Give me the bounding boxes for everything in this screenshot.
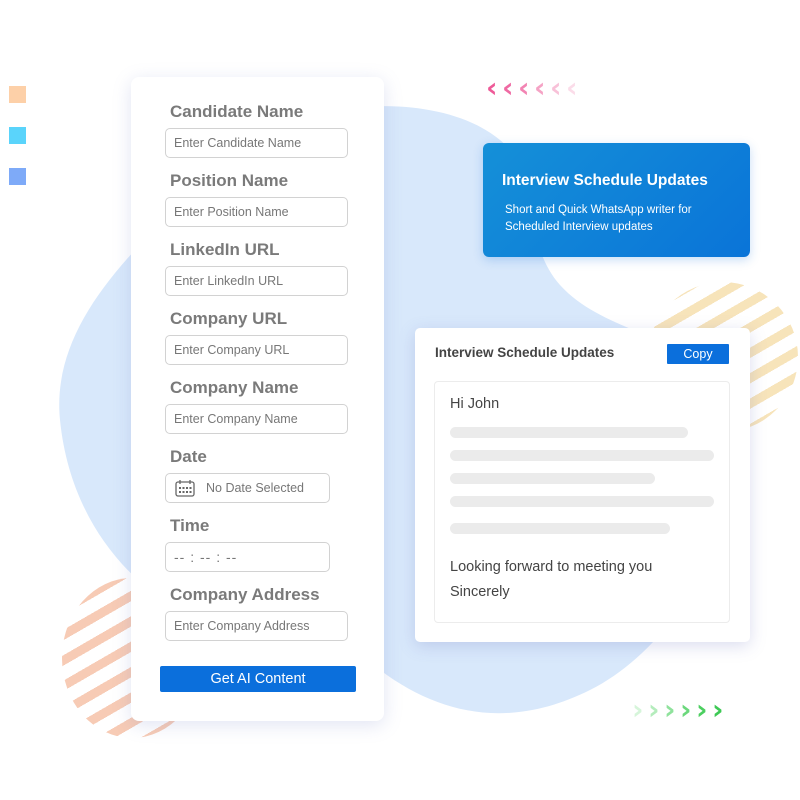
chevron-right-icon: › (648, 693, 660, 726)
chevron-right-icon: › (712, 693, 724, 726)
chevron-left-icon: ‹ (486, 71, 498, 104)
get-ai-content-button[interactable]: Get AI Content (160, 666, 356, 692)
left-chevrons-decoration: ‹ ‹ ‹ ‹ ‹ ‹ (486, 74, 596, 104)
output-card: Interview Schedule Updates Copy Hi John … (415, 328, 750, 642)
company-name-label: Company Name (170, 378, 299, 397)
placeholder-line (450, 496, 714, 507)
company-address-label: Company Address (170, 585, 320, 604)
time-label: Time (170, 516, 210, 535)
time-input[interactable]: -- : -- : -- (165, 542, 330, 572)
peach-square (9, 86, 26, 103)
candidate-name-input[interactable]: Enter Candidate Name (165, 128, 348, 158)
chevron-left-icon: ‹ (518, 71, 530, 104)
cyan-square (9, 127, 26, 144)
chevron-left-icon: ‹ (534, 71, 546, 104)
promo-subtitle: Short and Quick WhatsApp writer for Sche… (505, 204, 692, 233)
placeholder-line (450, 427, 688, 438)
feature-promo-card: Interview Schedule Updates Short and Qui… (483, 143, 750, 257)
placeholder-line (450, 450, 714, 461)
date-value: No Date Selected (206, 481, 304, 495)
date-label: Date (170, 447, 207, 466)
copy-button[interactable]: Copy (667, 344, 729, 364)
date-picker[interactable]: No Date Selected (165, 473, 330, 503)
chevron-right-icon: › (632, 693, 644, 726)
message-signoff: Sincerely (450, 584, 510, 600)
generated-message-box: Hi John Looking forward to meeting you S… (434, 381, 730, 623)
position-name-input[interactable]: Enter Position Name (165, 197, 348, 227)
output-title: Interview Schedule Updates (435, 345, 615, 360)
promo-title: Interview Schedule Updates (502, 172, 708, 189)
linkedin-url-label: LinkedIn URL (170, 240, 280, 259)
chevron-right-icon: › (664, 693, 676, 726)
message-closing: Looking forward to meeting you (450, 559, 653, 575)
company-address-input[interactable]: Enter Company Address (165, 611, 348, 641)
chevron-right-icon: › (680, 693, 692, 726)
right-chevrons-decoration: › › › › › › (632, 696, 742, 726)
placeholder-line (450, 523, 670, 534)
blue-square (9, 168, 26, 185)
linkedin-url-input[interactable]: Enter LinkedIn URL (165, 266, 348, 296)
candidate-name-label: Candidate Name (170, 102, 304, 121)
chevron-left-icon: ‹ (566, 71, 578, 104)
chevron-left-icon: ‹ (550, 71, 562, 104)
chevron-right-icon: › (696, 693, 708, 726)
calendar-icon (175, 480, 195, 497)
company-url-label: Company URL (170, 309, 288, 328)
placeholder-line (450, 473, 655, 484)
chevron-left-icon: ‹ (502, 71, 514, 104)
interview-form-card: Candidate Name Enter Candidate Name Posi… (131, 77, 384, 721)
company-name-input[interactable]: Enter Company Name (165, 404, 348, 434)
message-greeting: Hi John (450, 396, 500, 412)
position-name-label: Position Name (170, 171, 289, 190)
company-url-input[interactable]: Enter Company URL (165, 335, 348, 365)
